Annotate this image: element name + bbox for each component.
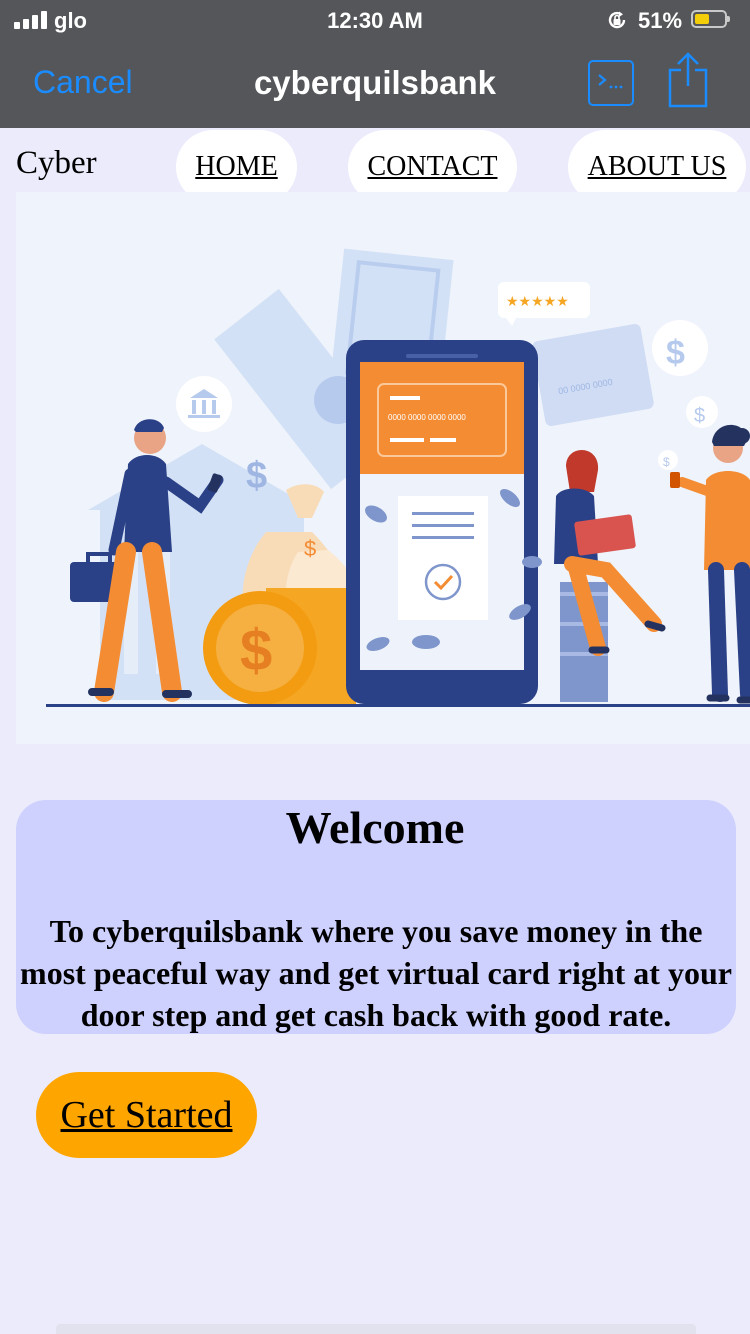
rotation-lock-icon xyxy=(608,11,626,29)
bottom-bar xyxy=(56,1324,696,1334)
battery-percent: 51% xyxy=(638,8,683,33)
page-title: cyberquilsbank xyxy=(253,64,497,101)
rating-stars: ★★★★★ xyxy=(506,294,569,310)
welcome-heading: Welcome xyxy=(285,802,465,853)
welcome-text: To cyberquilsbank where you save money i… xyxy=(20,913,732,1033)
bank-dollar-sign: $ xyxy=(246,455,267,497)
terminal-icon[interactable] xyxy=(588,60,634,106)
bag-dollar-sign: $ xyxy=(304,536,316,561)
status-bar: glo 12:30 AM 51% xyxy=(0,0,750,40)
brand-line-1: Cyber xyxy=(16,145,97,181)
card-number: 0000 0000 0000 0000 xyxy=(388,413,466,422)
dollar-bubble-3: $ xyxy=(663,455,670,469)
browser-top-bar: glo 12:30 AM 51% Cancel cyberquilsbank xyxy=(0,0,750,128)
battery-icon xyxy=(691,10,730,28)
coin-dollar-sign: $ xyxy=(240,618,272,683)
get-started-button[interactable]: Get Started xyxy=(36,1072,257,1158)
dollar-bubble-1: $ xyxy=(666,334,685,372)
dollar-bubble-2: $ xyxy=(694,405,705,427)
share-icon[interactable] xyxy=(664,52,712,108)
mobile-banking-illustration: 00 0000 0000 $ $ $ 0000 0000 0000 0000 ★… xyxy=(16,192,750,744)
browser-nav-bar: Cancel cyberquilsbank xyxy=(0,40,750,128)
terminal-glyph-icon xyxy=(598,74,623,89)
